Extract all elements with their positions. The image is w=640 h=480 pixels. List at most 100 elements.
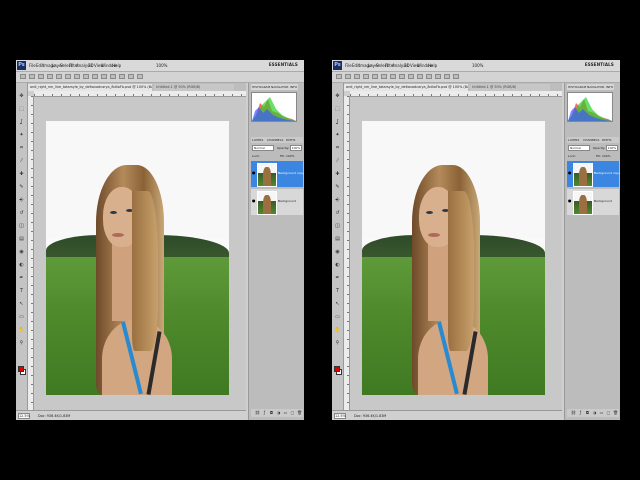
panel-tab-histogram[interactable]: HISTOGRAM: [251, 84, 272, 90]
panel-tab-navigator[interactable]: NAVIGATOR: [270, 84, 290, 90]
document-tab[interactable]: Untitled-1 @ 50% (RGB/8): [470, 84, 550, 91]
magic-wand-icon[interactable]: ✦: [18, 132, 25, 138]
option-button[interactable]: [47, 74, 53, 79]
option-button[interactable]: [453, 74, 459, 79]
panel-tab-info[interactable]: INFO: [605, 84, 615, 90]
shape-icon[interactable]: ▭: [334, 314, 341, 320]
option-button[interactable]: [29, 74, 35, 79]
adjustment-icon[interactable]: ◑: [276, 410, 281, 415]
stamp-icon[interactable]: ⎆: [18, 197, 25, 203]
document-tab-active[interactable]: ordi_right_nm_line_tatarsyle_by_deltavad…: [344, 84, 468, 91]
menu-3d[interactable]: 3D: [404, 63, 410, 68]
layer-row[interactable]: ● Background: [251, 189, 303, 215]
workspace-switcher[interactable]: ESSENTIALS: [269, 62, 298, 67]
canvas-area[interactable]: [350, 97, 562, 410]
menu-file[interactable]: File: [29, 63, 36, 68]
adjustment-icon[interactable]: ◑: [592, 410, 597, 415]
group-icon[interactable]: ▭: [283, 410, 288, 415]
opacity-field[interactable]: 100%: [606, 145, 618, 151]
eraser-icon[interactable]: ◫: [18, 223, 25, 229]
path-select-icon[interactable]: ↖: [334, 301, 341, 307]
history-brush-icon[interactable]: ↺: [334, 210, 341, 216]
lasso-icon[interactable]: ʆ: [18, 119, 25, 125]
hand-icon[interactable]: ✋: [334, 327, 341, 333]
fx-icon[interactable]: ƒ: [578, 410, 583, 415]
lasso-icon[interactable]: ʆ: [334, 119, 341, 125]
gradient-icon[interactable]: ▤: [18, 236, 25, 242]
option-button[interactable]: [381, 74, 387, 79]
panel-tab-channels[interactable]: CHANNELS: [582, 137, 600, 143]
move-icon[interactable]: ✥: [18, 93, 25, 99]
magic-wand-icon[interactable]: ✦: [334, 132, 341, 138]
hand-icon[interactable]: ✋: [18, 327, 25, 333]
eraser-icon[interactable]: ◫: [334, 223, 341, 229]
zoom-percent-field[interactable]: 12.5%: [334, 413, 346, 419]
eyedropper-icon[interactable]: ⁄: [334, 158, 341, 164]
option-button[interactable]: [372, 74, 378, 79]
panel-tab-layers[interactable]: LAYERS: [567, 137, 580, 143]
workspace-switcher[interactable]: ESSENTIALS: [585, 62, 614, 67]
zoom-icon[interactable]: ⚲: [18, 340, 25, 346]
fill-field[interactable]: Fill: 100%: [280, 153, 295, 159]
option-button[interactable]: [399, 74, 405, 79]
history-brush-icon[interactable]: ↺: [18, 210, 25, 216]
layer-row[interactable]: ● Background copy: [251, 161, 304, 187]
path-select-icon[interactable]: ↖: [18, 301, 25, 307]
blur-icon[interactable]: ◉: [18, 249, 25, 255]
option-button[interactable]: [92, 74, 98, 79]
marquee-icon[interactable]: ⬚: [334, 106, 341, 112]
option-button[interactable]: [435, 74, 441, 79]
blur-icon[interactable]: ◉: [334, 249, 341, 255]
panel-tab-info[interactable]: INFO: [289, 84, 299, 90]
option-button[interactable]: [408, 74, 414, 79]
option-button[interactable]: [101, 74, 107, 79]
menu-help[interactable]: Help: [428, 63, 437, 68]
option-button[interactable]: [363, 74, 369, 79]
canvas-area[interactable]: [34, 97, 246, 410]
menu-file[interactable]: File: [345, 63, 352, 68]
option-button[interactable]: [137, 74, 143, 79]
option-button[interactable]: [345, 74, 351, 79]
dodge-icon[interactable]: ◐: [18, 262, 25, 268]
opacity-field[interactable]: 100%: [290, 145, 302, 151]
healing-icon[interactable]: ✚: [334, 171, 341, 177]
visibility-eye-icon[interactable]: ●: [568, 171, 572, 175]
shape-icon[interactable]: ▭: [18, 314, 25, 320]
link-icon[interactable]: ⛓: [255, 410, 260, 415]
option-button[interactable]: [56, 74, 62, 79]
foreground-color-swatch[interactable]: [18, 366, 24, 372]
option-button[interactable]: [38, 74, 44, 79]
option-button[interactable]: [110, 74, 116, 79]
zoom-percent-field[interactable]: 12.5%: [18, 413, 30, 419]
option-button[interactable]: [426, 74, 432, 79]
move-icon[interactable]: ✥: [334, 93, 341, 99]
panel-tab-paths[interactable]: PATHS: [601, 137, 612, 143]
option-button[interactable]: [417, 74, 423, 79]
zoom-level-select[interactable]: 100%: [472, 63, 483, 68]
visibility-eye-icon[interactable]: ●: [252, 171, 256, 175]
pen-icon[interactable]: ✒: [18, 275, 25, 281]
panel-tab-histogram[interactable]: HISTOGRAM: [567, 84, 588, 90]
gradient-icon[interactable]: ▤: [334, 236, 341, 242]
blend-mode-select[interactable]: Normal: [568, 145, 590, 151]
visibility-eye-icon[interactable]: ●: [252, 199, 256, 203]
marquee-icon[interactable]: ⬚: [18, 106, 25, 112]
mask-icon[interactable]: ◘: [585, 410, 590, 415]
link-icon[interactable]: ⛓: [571, 410, 576, 415]
brush-icon[interactable]: ✎: [18, 184, 25, 190]
group-icon[interactable]: ▭: [599, 410, 604, 415]
document-size-info[interactable]: Doc: 936.4K/1.83M: [354, 413, 386, 419]
option-button[interactable]: [65, 74, 71, 79]
type-icon[interactable]: T: [334, 288, 341, 294]
option-button[interactable]: [354, 74, 360, 79]
option-button[interactable]: [444, 74, 450, 79]
panel-tab-layers[interactable]: LAYERS: [251, 137, 264, 143]
crop-icon[interactable]: ⌗: [18, 145, 25, 151]
layer-row[interactable]: ● Background copy: [567, 161, 620, 187]
document-tab[interactable]: Untitled-1 @ 50% (RGB/8): [154, 84, 234, 91]
panel-tab-navigator[interactable]: NAVIGATOR: [586, 84, 606, 90]
option-button[interactable]: [336, 74, 342, 79]
new-layer-icon[interactable]: ▢: [290, 410, 295, 415]
panel-tab-paths[interactable]: PATHS: [285, 137, 296, 143]
fill-field[interactable]: Fill: 100%: [596, 153, 611, 159]
